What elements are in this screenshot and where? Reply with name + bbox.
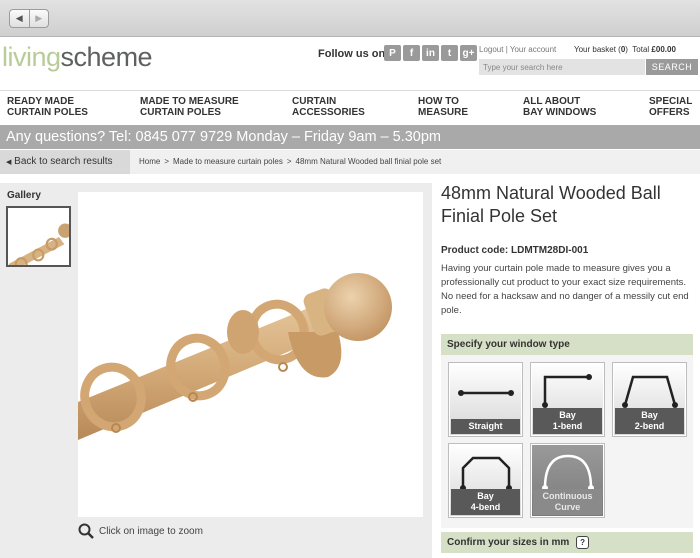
product-title: 48mm Natural Wooded Ball Finial Pole Set [441,183,661,226]
pinterest-icon[interactable]: P [384,45,401,61]
curtain-pole-product-image [78,273,392,440]
browser-nav-buttons: ◀ ▶ [9,9,49,28]
nav-made-to-measure-curtain-poles[interactable]: MADE TO MEASURE CURTAIN POLES [140,96,239,118]
logo-text-scheme: scheme [60,42,153,72]
help-icon[interactable]: ? [576,536,590,549]
window-type-straight-label: Straight [451,419,520,434]
zoom-hint-text: Click on image to zoom [99,525,203,537]
basket-total-value: £00.00 [651,45,676,54]
nav-all-about-bay-windows[interactable]: ALL ABOUT BAY WINDOWS [523,96,596,118]
forward-arrow-icon[interactable]: ▶ [28,10,49,27]
product-main-image[interactable] [78,192,423,517]
tumblr-icon[interactable]: t [441,45,458,61]
logo-text-living: living [2,42,61,72]
linkedin-icon[interactable]: in [422,45,439,61]
account-links: Logout | Your account [479,45,557,54]
breadcrumb-current: 48mm Natural Wooded ball finial pole set [295,157,442,166]
window-type-straight[interactable]: Straight [448,362,523,437]
social-icons: P f in t g+ [384,45,477,61]
breadcrumb-separator: > [164,157,170,166]
nav-curtain-accessories[interactable]: CURTAIN ACCESSORIES [292,96,365,118]
window-type-continuous-curve[interactable]: Continuous Curve [530,443,605,518]
logout-link[interactable]: Logout [479,45,503,54]
breadcrumb: Home > Made to measure curtain poles >48mm … [139,150,441,174]
confirm-sizes-heading: Confirm your sizes in mm ? [441,532,693,553]
confirm-sizes-label: Confirm your sizes in mm [447,537,570,548]
product-description: Having your curtain pole made to measure… [441,263,689,316]
back-to-results-button[interactable]: ◀ Back to search results [0,150,130,174]
basket-total-label: Total [632,45,650,54]
window-type-bay-1-bend-label: Bay 1-bend [533,408,602,434]
window-type-heading: Specify your window type [441,334,693,355]
breadcrumb-home[interactable]: Home [139,157,160,166]
facebook-icon[interactable]: f [403,45,420,61]
product-code: Product code: LDMTM28DI-001 [441,245,588,256]
google-plus-icon[interactable]: g+ [460,45,477,61]
window-type-bay-4-bend-label: Bay 4-bend [451,489,520,515]
nav-divider-top [0,90,700,91]
window-type-continuous-curve-label: Continuous Curve [533,489,602,515]
breadcrumb-separator: > [286,157,292,166]
gallery-thumbnail[interactable] [6,206,73,272]
curtain-pole-thumbnail-image [8,223,73,272]
bay-2-bend-icon [622,375,678,408]
gallery-label: Gallery [7,190,41,201]
search-input[interactable] [479,59,645,75]
basket-close: ) [625,45,628,54]
site-logo[interactable]: livingscheme [2,42,153,73]
back-to-results-label: Back to search results [14,156,113,167]
nav-how-to-measure[interactable]: HOW TO MEASURE [418,96,468,118]
search-button[interactable]: SEARCH [646,59,698,75]
product-code-label: Product code: [441,245,509,256]
your-account-link[interactable]: Your account [510,45,556,54]
basket-summary[interactable]: Your basket (0) Total £00.00 [574,45,676,54]
continuous-curve-icon [542,454,594,490]
back-triangle-icon: ◀ [6,159,12,166]
basket-label: Your basket ( [574,45,621,54]
window-type-bay-4-bend[interactable]: Bay 4-bend [448,443,523,518]
window-type-bay-2-bend[interactable]: Bay 2-bend [612,362,687,437]
zoom-hint[interactable]: Click on image to zoom [78,523,203,539]
back-arrow-icon[interactable]: ◀ [10,10,29,27]
main-nav: READY MADE CURTAIN POLES MADE TO MEASURE… [0,94,700,124]
product-code-value: LDMTM28DI-001 [511,245,589,256]
window-type-bay-2-bend-label: Bay 2-bend [615,408,684,434]
follow-us-label: Follow us on [318,48,386,60]
browser-toolbar: ◀ ▶ [0,0,700,37]
bay-4-bend-icon [460,456,512,490]
window-type-bay-1-bend[interactable]: Bay 1-bend [530,362,605,437]
contact-banner: Any questions? Tel: 0845 077 9729 Monday… [0,125,700,149]
breadcrumb-made-to-measure[interactable]: Made to measure curtain poles [173,157,283,166]
nav-ready-made-curtain-poles[interactable]: READY MADE CURTAIN POLES [7,96,88,118]
magnifier-icon [78,523,94,539]
straight-window-icon [458,390,514,396]
nav-special-offers[interactable]: SPECIAL OFFERS [649,96,692,118]
bay-1-bend-icon [542,374,592,408]
